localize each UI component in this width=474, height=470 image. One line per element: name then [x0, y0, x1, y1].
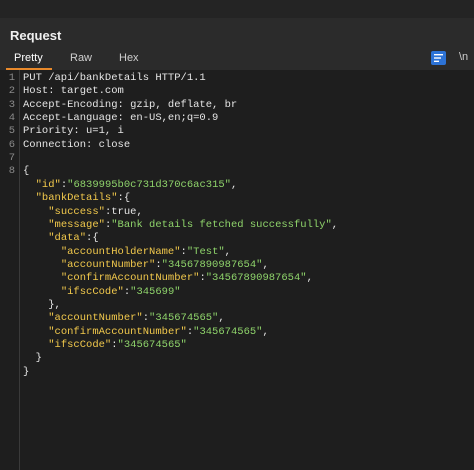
code-token: }	[23, 352, 42, 365]
code-token: Accept-Encoding: gzip, deflate, br	[23, 98, 238, 111]
line-content: }	[23, 352, 42, 364]
code-token: Connection: close	[23, 138, 131, 151]
code-token: "345699"	[130, 285, 181, 298]
code-token: PUT /api/bankDetails HTTP/1.1	[23, 72, 206, 84]
code-token: true	[111, 205, 137, 218]
line-number: 7	[8, 152, 15, 165]
code-token: "345674565"	[117, 339, 187, 351]
line-content: "message":"Bank details fetched successf…	[23, 219, 338, 231]
panel-title: Request	[10, 28, 62, 43]
code-token: "id"	[35, 178, 61, 191]
code-token: :{	[117, 192, 131, 205]
code-token: }	[23, 365, 30, 378]
tab-raw[interactable]: Raw	[70, 52, 92, 64]
code-token: Priority: u=1, i	[23, 125, 124, 138]
code-token: "Bank details fetched successfully"	[111, 218, 332, 231]
line-content: "accountNumber":"34567890987654",	[23, 259, 269, 271]
code-token: "data"	[48, 232, 87, 245]
line-content: Priority: u=1, i	[23, 125, 124, 137]
code-token: "ifscCode"	[48, 339, 112, 351]
tab-pretty[interactable]: Pretty	[14, 52, 43, 64]
view-tabs: Pretty Raw Hex	[0, 50, 474, 70]
code-token: "success"	[48, 205, 105, 218]
line-content: "bankDetails":{	[23, 192, 131, 205]
code-token: ,	[136, 205, 143, 218]
tab-hex[interactable]: Hex	[119, 52, 139, 64]
line-content: },	[23, 299, 61, 311]
code-token: Accept-Language: en-US,en;q=0.9	[23, 112, 219, 125]
line-content: {	[23, 165, 29, 177]
line-content: "confirmAccountNumber":"345674565",	[23, 326, 269, 338]
line-number: 1	[8, 72, 15, 84]
code-token: ,	[262, 258, 269, 271]
gutter-divider	[19, 70, 20, 470]
code-token: "34567890987654"	[205, 272, 307, 285]
line-content: "accountNumber":"345674565",	[23, 312, 225, 325]
code-token: "34567890987654"	[161, 258, 263, 271]
code-token: "Test"	[186, 245, 225, 258]
line-content: }	[23, 366, 29, 378]
code-token: "ifscCode"	[60, 285, 124, 298]
code-token: "accountNumber"	[60, 258, 156, 271]
code-token: },	[23, 298, 61, 311]
code-token: ,	[224, 245, 231, 258]
show-newlines-button[interactable]: \n	[459, 51, 468, 63]
line-content: "ifscCode":"345699"	[23, 286, 181, 298]
window-top-bar	[0, 0, 474, 18]
code-token: "bankDetails"	[35, 192, 118, 205]
code-token: ,	[230, 178, 238, 191]
code-token: "345674565"	[193, 325, 263, 338]
line-content: PUT /api/bankDetails HTTP/1.1	[23, 72, 206, 84]
line-content: "ifscCode":"345674565"	[23, 339, 187, 351]
code-token: "6839995b0c731d370c6ac315"	[67, 178, 231, 191]
line-number: 4	[8, 112, 15, 125]
code-token: ,	[331, 218, 339, 231]
line-content: "accountHolderName":"Test",	[23, 246, 231, 258]
line-number: 2	[8, 85, 15, 98]
line-number: 5	[8, 125, 15, 138]
code-token: ,	[306, 272, 313, 285]
code-token: "message"	[48, 218, 105, 231]
code-token: Host: target.com	[23, 85, 124, 98]
line-number: 3	[8, 98, 15, 111]
request-editor[interactable]: 1 PUT /api/bankDetails HTTP/1.1 2 Host: tar…	[0, 70, 474, 470]
line-content: Connection: close	[23, 139, 130, 151]
code-token: "accountHolderName"	[60, 245, 181, 258]
line-content: Host: target.com	[23, 85, 124, 97]
code-token: :{	[86, 232, 99, 245]
code-token: "345674565"	[149, 312, 219, 325]
wrap-lines-icon	[434, 54, 443, 62]
line-number: 6	[8, 138, 15, 151]
code-token: "accountNumber"	[48, 312, 143, 325]
line-content: "id":"6839995b0c731d370c6ac315",	[23, 178, 238, 191]
pretty-print-button[interactable]	[431, 51, 446, 65]
line-content: Accept-Encoding: gzip, deflate, br	[23, 99, 237, 111]
code-token: "confirmAccountNumber"	[48, 325, 187, 338]
code-token: ,	[262, 325, 269, 338]
line-number: 8	[8, 165, 15, 178]
code-token: {	[23, 165, 30, 178]
code-token: ,	[218, 312, 225, 325]
line-content: "confirmAccountNumber":"34567890987654",	[23, 272, 313, 284]
line-content: "success":true,	[23, 206, 143, 218]
line-content: Accept-Language: en-US,en;q=0.9	[23, 112, 218, 124]
code-token: "confirmAccountNumber"	[60, 272, 200, 285]
line-content: "data":{	[23, 232, 99, 245]
